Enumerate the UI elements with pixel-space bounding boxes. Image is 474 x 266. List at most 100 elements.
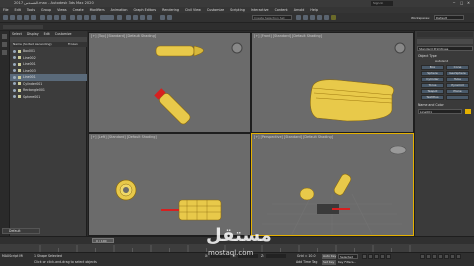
orbit-icon[interactable]: [444, 254, 449, 259]
key-filters-button[interactable]: Key Filters...: [338, 260, 356, 265]
menu-item[interactable]: Modifiers: [90, 8, 105, 13]
snap-icon[interactable]: [126, 15, 131, 20]
layer-explorer-icon[interactable]: [296, 15, 301, 20]
goto-start-icon[interactable]: [362, 254, 367, 259]
scene-list-item[interactable]: Sphere001: [10, 94, 87, 101]
viewport-front[interactable]: [+] [Front] [Standard] [Default Shading]: [251, 32, 414, 133]
placement-icon[interactable]: [91, 15, 96, 20]
render-frame-icon[interactable]: [324, 15, 329, 20]
menu-item[interactable]: Interactive: [251, 8, 269, 13]
pivot-icon[interactable]: [117, 15, 122, 20]
undo-icon[interactable]: [3, 15, 8, 20]
menu-item[interactable]: Edit: [15, 8, 21, 13]
object-type-button[interactable]: Tube: [446, 77, 469, 82]
object-type-button[interactable]: Box: [421, 65, 444, 70]
menu-item[interactable]: Content: [275, 8, 288, 13]
select-by-name-icon[interactable]: [47, 15, 52, 20]
ribbon-tabs[interactable]: [3, 25, 43, 29]
close-icon[interactable]: ✕: [467, 1, 470, 6]
viewcube-persp[interactable]: [389, 145, 407, 155]
viewport-left[interactable]: [+] [Left] [Standard] [Default Shading]: [88, 133, 251, 236]
menu-item[interactable]: Customize: [207, 8, 224, 13]
menu-item[interactable]: Group: [41, 8, 51, 13]
visibility-icon[interactable]: [13, 75, 16, 79]
menu-item[interactable]: Scripting: [230, 8, 245, 13]
scene-tab[interactable]: Select: [12, 32, 22, 37]
object-type-button[interactable]: [446, 95, 469, 100]
object-type-button[interactable]: Plane: [446, 89, 469, 94]
rect-select-icon[interactable]: [54, 15, 59, 20]
percent-snap-icon[interactable]: [140, 15, 145, 20]
maximize-icon[interactable]: □: [460, 1, 463, 6]
scene-header[interactable]: Name (Sorted Ascending) Frozen: [13, 42, 87, 47]
render-icon[interactable]: [331, 15, 336, 20]
layer-tool-icon[interactable]: [2, 50, 7, 55]
object-type-button[interactable]: Pyramid: [446, 83, 469, 88]
sign-in-box[interactable]: Sign In: [371, 1, 393, 6]
time-slider[interactable]: 0 / 100: [92, 238, 114, 243]
object-type-button[interactable]: Sphere: [421, 71, 444, 76]
scene-tab[interactable]: Display: [27, 32, 39, 37]
object-type-button[interactable]: Cylinder: [421, 77, 444, 82]
unlink-icon[interactable]: [24, 15, 29, 20]
ref-coord-dropdown[interactable]: [100, 15, 114, 20]
move-icon[interactable]: [70, 15, 75, 20]
viewcube-top[interactable]: [231, 42, 243, 54]
spinner-snap-icon[interactable]: [147, 15, 152, 20]
create-category-icons[interactable]: [417, 39, 473, 44]
prev-frame-icon[interactable]: [368, 254, 373, 259]
visibility-icon[interactable]: [13, 69, 16, 73]
workspace-dropdown[interactable]: Default: [434, 15, 464, 20]
visibility-icon[interactable]: [13, 62, 16, 66]
menu-item[interactable]: Create: [73, 8, 84, 13]
key-mode-dropdown[interactable]: Selected: [338, 254, 358, 259]
layer-dropdown[interactable]: Default: [2, 228, 40, 234]
scene-tab[interactable]: Customize: [55, 32, 72, 37]
script-listener-label[interactable]: MAXScript Mi: [2, 254, 23, 259]
scene-tab[interactable]: Edit: [44, 32, 50, 37]
command-tabs[interactable]: [417, 32, 473, 37]
object-type-button[interactable]: TextPlus: [421, 95, 444, 100]
minimize-icon[interactable]: ─: [453, 1, 455, 6]
align-icon[interactable]: [167, 15, 172, 20]
mirror-icon[interactable]: [160, 15, 165, 20]
next-frame-icon[interactable]: [380, 254, 385, 259]
menu-item[interactable]: File: [3, 8, 9, 13]
viewcube-front[interactable]: [394, 42, 406, 54]
curve-editor-icon[interactable]: [303, 15, 308, 20]
bind-icon[interactable]: [31, 15, 36, 20]
angle-snap-icon[interactable]: [133, 15, 138, 20]
viewport-perspective[interactable]: [+] [Perspective] [Standard] [Default Sh…: [251, 133, 414, 236]
fov-icon[interactable]: [450, 254, 455, 259]
zoom-all-icon[interactable]: [426, 254, 431, 259]
visibility-icon[interactable]: [13, 95, 16, 99]
menu-item[interactable]: Rendering: [162, 8, 179, 13]
zoom-extents-icon[interactable]: [432, 254, 437, 259]
object-type-button[interactable]: Cone: [446, 65, 469, 70]
render-setup-icon[interactable]: [317, 15, 322, 20]
zoom-icon[interactable]: [420, 254, 425, 259]
primitive-dropdown[interactable]: Standard Primitives: [417, 46, 473, 51]
visibility-icon[interactable]: [13, 56, 16, 60]
menu-item[interactable]: Animation: [111, 8, 128, 13]
scale-icon[interactable]: [84, 15, 89, 20]
object-name-input[interactable]: Line001: [418, 109, 462, 114]
object-type-button[interactable]: GeoSphere: [446, 71, 469, 76]
select-tool-icon[interactable]: [2, 34, 7, 39]
window-crossing-icon[interactable]: [61, 15, 66, 20]
visibility-icon[interactable]: [13, 88, 16, 92]
add-time-tag[interactable]: Add Time Tag: [296, 260, 317, 265]
visibility-icon[interactable]: [13, 49, 16, 53]
autokey-button[interactable]: Auto Key: [322, 254, 336, 259]
viewport-top[interactable]: [+] [Top] [Standard] [Default Shading]: [88, 32, 251, 133]
redo-icon[interactable]: [10, 15, 15, 20]
maximize-viewport-icon[interactable]: [456, 254, 461, 259]
material-editor-icon[interactable]: [310, 15, 315, 20]
select-icon[interactable]: [40, 15, 45, 20]
visibility-icon[interactable]: [13, 82, 16, 86]
play-icon[interactable]: [374, 254, 379, 259]
menu-item[interactable]: Civil View: [185, 8, 201, 13]
link-icon[interactable]: [17, 15, 22, 20]
goto-end-icon[interactable]: [386, 254, 391, 259]
autogrid-label[interactable]: AutoGrid: [435, 59, 448, 64]
